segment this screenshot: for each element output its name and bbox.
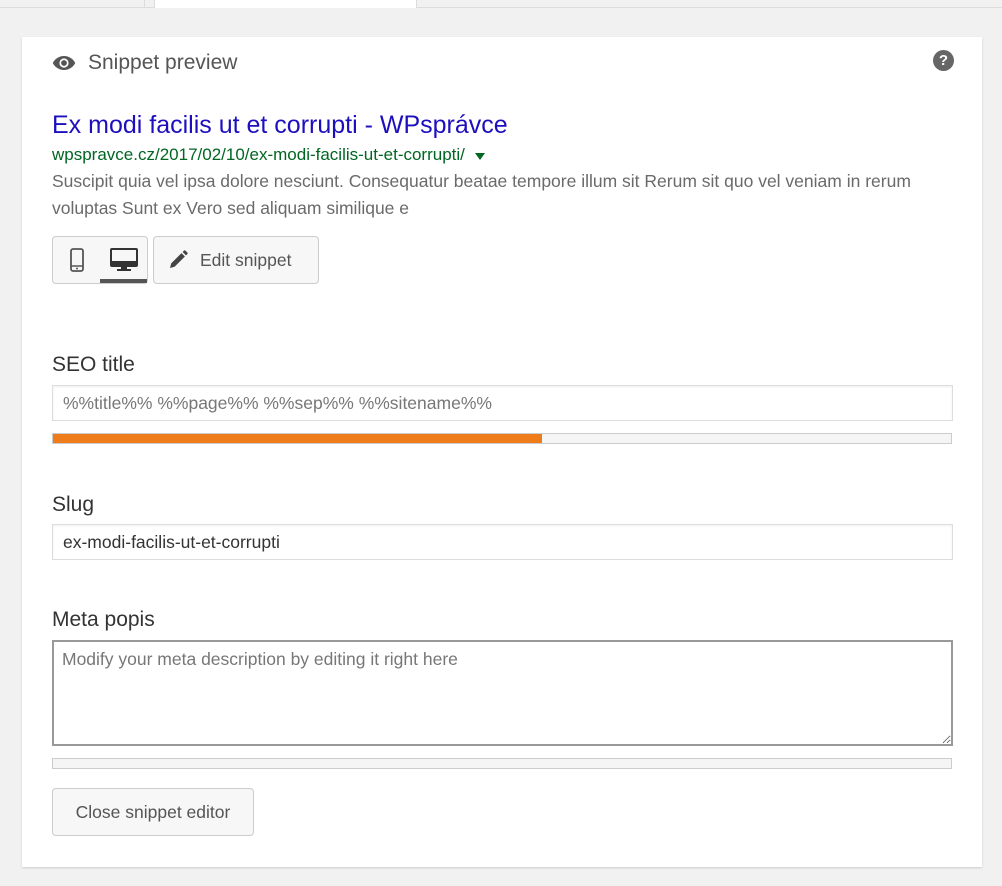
mobile-preview-button[interactable] (53, 237, 100, 283)
snippet-preview-title: Snippet preview (88, 51, 238, 74)
desktop-preview-button[interactable] (100, 237, 147, 283)
url-dropdown-arrow-icon[interactable] (474, 152, 485, 160)
active-mode-indicator (100, 279, 147, 283)
slug-input[interactable] (52, 524, 953, 560)
seo-title-input[interactable] (52, 385, 953, 421)
snippet-editor-panel: Snippet preview ? Ex modi facilis ut et … (22, 37, 982, 867)
meta-description-textarea[interactable] (52, 640, 953, 746)
top-tab-active[interactable] (154, 0, 417, 8)
edit-snippet-label: Edit snippet (200, 249, 292, 270)
top-tab-previous[interactable] (0, 0, 145, 8)
seo-title-label: SEO title (52, 353, 135, 376)
snippet-preview-header: Snippet preview (52, 51, 237, 75)
close-snippet-editor-button[interactable]: Close snippet editor (52, 788, 254, 836)
preview-title-link[interactable]: Ex modi facilis ut et corrupti - WPspráv… (52, 111, 508, 140)
preview-mode-switcher (52, 236, 148, 284)
desktop-icon (109, 248, 138, 271)
meta-description-label: Meta popis (52, 608, 155, 631)
preview-description: Suscipit quia vel ipsa dolore nesciunt. … (52, 171, 911, 218)
eye-icon (52, 55, 76, 71)
top-tab-bar (0, 0, 1002, 8)
seo-title-progress (52, 433, 952, 444)
slug-label: Slug (52, 493, 95, 516)
pencil-icon (170, 250, 188, 268)
meta-description-progress (52, 758, 952, 769)
help-icon[interactable]: ? (933, 50, 954, 71)
preview-url-text: wpspravce.cz/2017/02/10/ex-modi-facilis-… (52, 145, 465, 164)
edit-snippet-button[interactable]: Edit snippet (153, 236, 319, 284)
seo-title-progress-fill (53, 434, 543, 443)
preview-url: wpspravce.cz/2017/02/10/ex-modi-facilis-… (52, 145, 485, 165)
mobile-icon (69, 248, 84, 272)
